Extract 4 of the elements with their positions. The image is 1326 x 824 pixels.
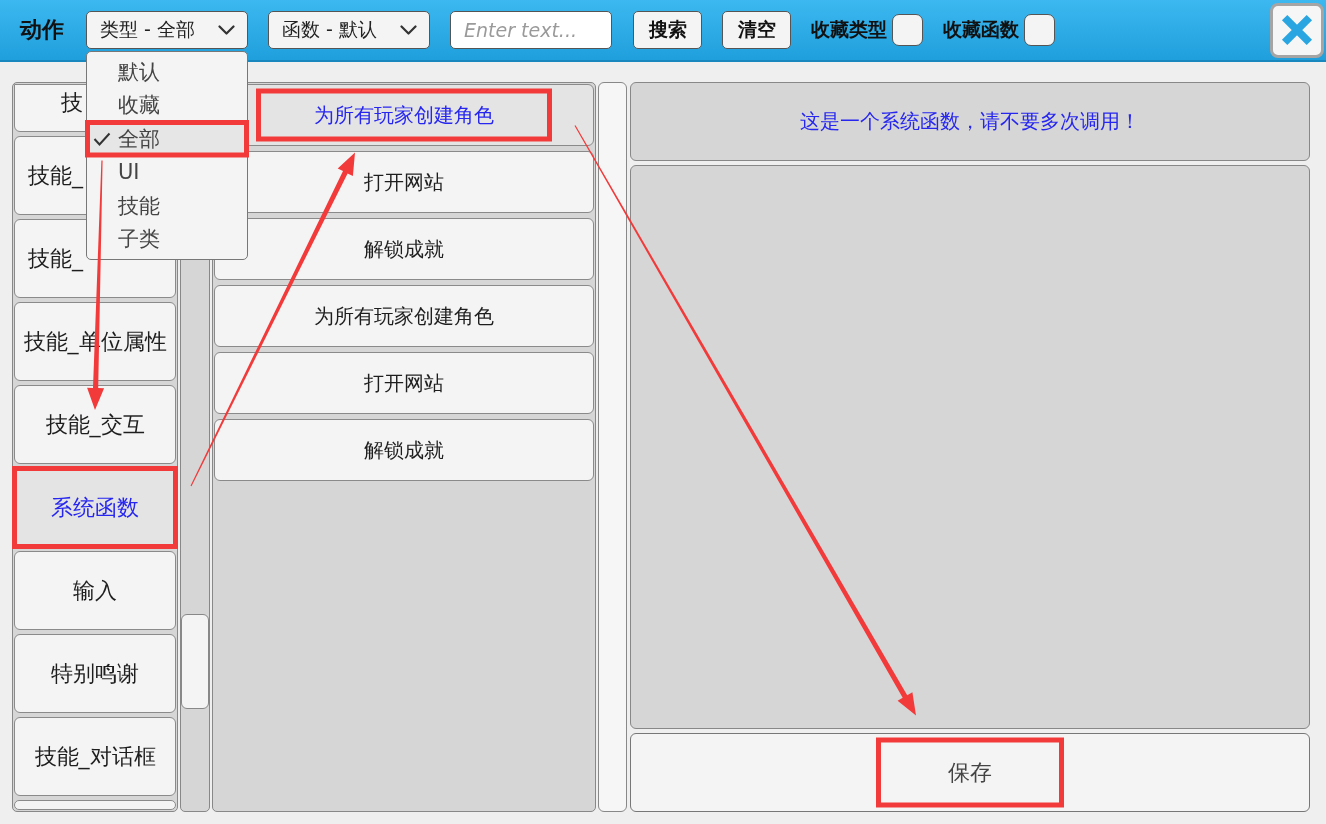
description-text: 这是一个系统函数，请不要多次调用！ [800,108,1140,135]
window-title: 动作 [20,16,64,44]
checkbox-label: 收藏函数 [943,17,1019,42]
checkbox-label: 收藏类型 [811,17,887,42]
